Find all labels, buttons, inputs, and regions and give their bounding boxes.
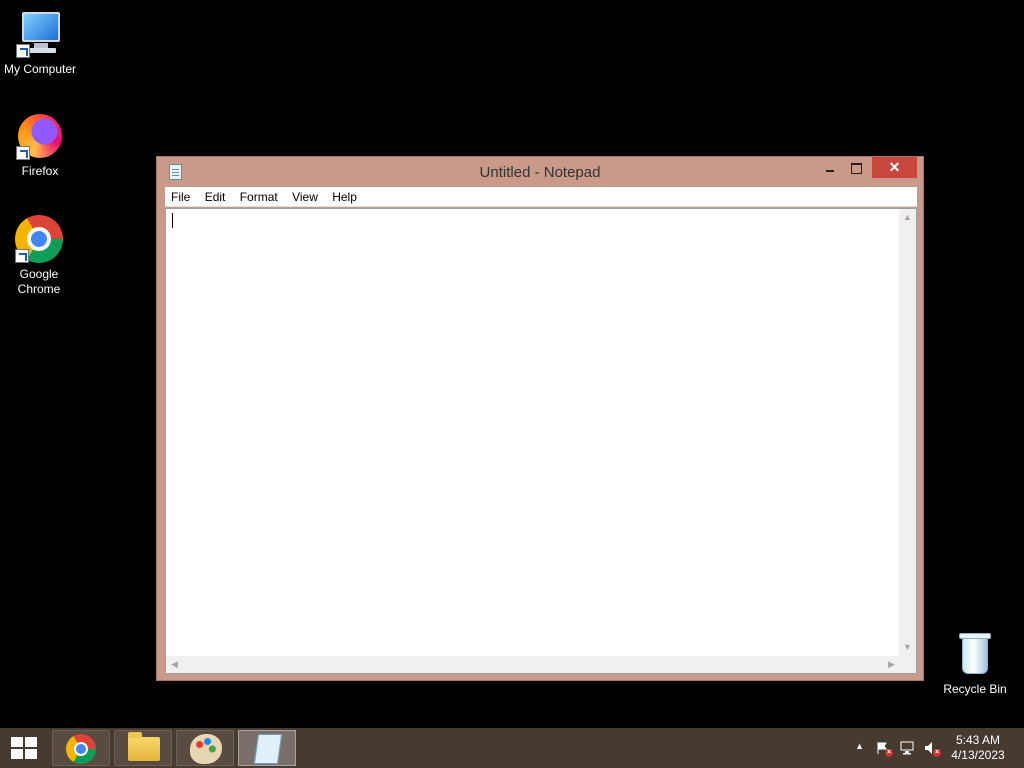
shortcut-arrow-icon (15, 249, 29, 263)
volume-muted-icon[interactable]: × (924, 741, 941, 757)
desktop-icon-recycle-bin[interactable]: Recycle Bin (935, 630, 1015, 697)
taskbar: ▲ × × 5:43 AM 4/13/2023 (0, 728, 1024, 768)
chrome-icon (66, 734, 96, 764)
taskbar-app-paint[interactable] (176, 730, 234, 766)
scroll-up-icon[interactable]: ▲ (899, 209, 916, 226)
start-button[interactable] (0, 728, 48, 768)
network-icon[interactable] (900, 741, 914, 755)
menu-help[interactable]: Help (326, 187, 362, 207)
recycle-bin-icon (951, 630, 999, 678)
clock-date: 4/13/2023 (951, 748, 1005, 762)
firefox-icon (16, 112, 64, 160)
notepad-window: Untitled - Notepad ✕ File Edit Format Vi… (156, 156, 924, 681)
desktop-icon-my-computer[interactable]: My Computer (0, 10, 80, 77)
resize-grip-icon[interactable] (899, 656, 916, 673)
close-button[interactable]: ✕ (872, 157, 917, 178)
scroll-left-icon[interactable]: ◀ (166, 656, 183, 673)
desktop-icon-firefox[interactable]: Firefox (0, 112, 80, 179)
desktop-icon-label: Google Chrome (17, 267, 61, 296)
text-caret (172, 213, 173, 228)
system-tray: ▲ × × 5:43 AM 4/13/2023 (824, 728, 1024, 768)
title-bar[interactable]: Untitled - Notepad ✕ (157, 157, 923, 187)
paint-icon (190, 734, 222, 764)
scroll-right-icon[interactable]: ▶ (883, 656, 900, 673)
menu-edit[interactable]: Edit (199, 187, 231, 207)
menu-file[interactable]: File (165, 187, 195, 207)
maximize-button[interactable] (843, 157, 869, 178)
clock-time: 5:43 AM (955, 733, 1001, 747)
taskbar-app-chrome[interactable] (52, 730, 110, 766)
file-explorer-icon (128, 732, 160, 761)
show-hidden-icons-icon[interactable]: ▲ (855, 741, 864, 751)
windows-logo-icon (11, 737, 37, 759)
taskbar-app-file-explorer[interactable] (114, 730, 172, 766)
notepad-icon (253, 734, 283, 764)
horizontal-scrollbar[interactable]: ◀ ▶ (166, 656, 900, 673)
clock[interactable]: 5:43 AM 4/13/2023 (948, 733, 1008, 763)
menu-bar: File Edit Format View Help (165, 187, 917, 207)
desktop-icon-label: My Computer (3, 62, 77, 76)
minimize-button[interactable] (817, 157, 843, 178)
text-editor[interactable]: ▲ ▼ ◀ ▶ (165, 208, 917, 674)
desktop-icon-google-chrome[interactable]: Google Chrome (0, 215, 78, 297)
vertical-scrollbar[interactable]: ▲ ▼ (899, 209, 916, 656)
menu-view[interactable]: View (286, 187, 323, 207)
text-area[interactable] (166, 209, 900, 656)
chrome-icon (15, 215, 63, 263)
computer-icon (16, 10, 64, 58)
shortcut-arrow-icon (16, 44, 30, 58)
menu-format[interactable]: Format (234, 187, 283, 207)
scroll-down-icon[interactable]: ▼ (899, 639, 916, 656)
taskbar-app-notepad[interactable] (238, 730, 296, 766)
shortcut-arrow-icon (16, 146, 30, 160)
desktop-icon-label: Recycle Bin (943, 682, 1007, 696)
action-center-flag-icon[interactable]: × (876, 741, 893, 757)
window-title: Untitled - Notepad (479, 164, 601, 181)
desktop-icon-label: Firefox (21, 164, 59, 178)
